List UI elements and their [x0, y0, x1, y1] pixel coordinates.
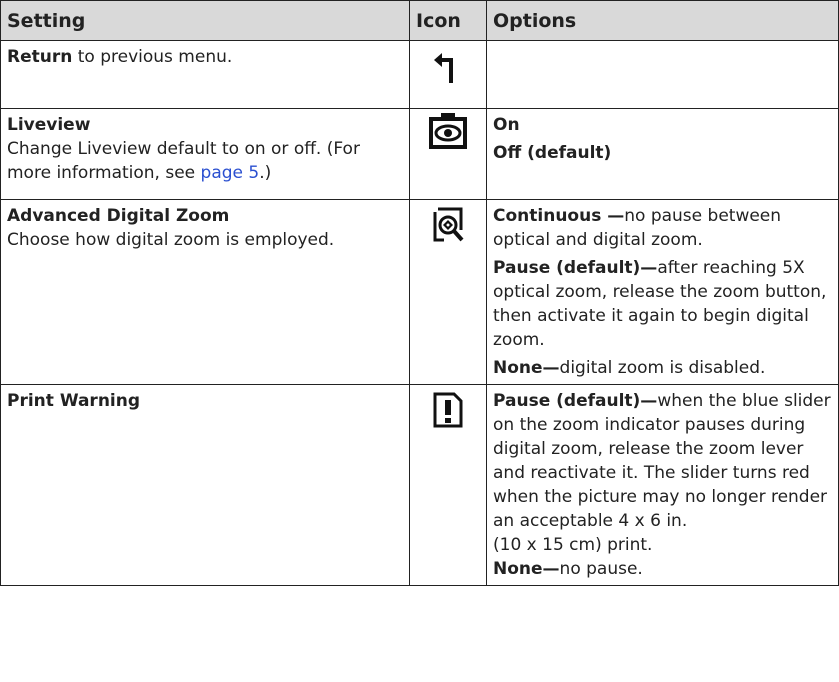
setting-title: Print Warning	[7, 391, 141, 411]
setting-cell: Advanced Digital Zoom Choose how digital…	[0, 199, 410, 385]
header-setting: Setting	[0, 0, 410, 41]
option-pause-default: Pause (default)—after reaching 5X optica…	[493, 258, 827, 350]
options-cell	[486, 40, 839, 109]
options-cell: Continuous —no pause between optical and…	[486, 199, 839, 385]
table-row: Liveview Change Liveview default to on o…	[0, 108, 839, 200]
icon-cell	[409, 199, 487, 385]
icon-cell	[409, 40, 487, 109]
settings-table: Setting Icon Options Return to previous …	[0, 0, 839, 586]
option-pause-default: Pause (default)—when the blue slider on …	[493, 391, 831, 531]
digital-zoom-icon	[416, 206, 480, 244]
setting-desc: Choose how digital zoom is employed.	[7, 230, 335, 250]
option-on: On	[493, 115, 520, 135]
setting-cell: Liveview Change Liveview default to on o…	[0, 108, 410, 200]
liveview-camera-icon	[416, 111, 480, 155]
table-row: Advanced Digital Zoom Choose how digital…	[0, 199, 839, 385]
header-options: Options	[486, 0, 839, 41]
table-row: Print Warning Pause (default)—when the b…	[0, 384, 839, 586]
setting-title: Return	[7, 47, 73, 67]
table-header-row: Setting Icon Options	[0, 0, 839, 41]
header-icon: Icon	[409, 0, 487, 41]
page-link[interactable]: page 5	[201, 163, 260, 183]
setting-cell: Print Warning	[0, 384, 410, 586]
icon-cell	[409, 108, 487, 200]
options-cell: Pause (default)—when the blue slider on …	[486, 384, 839, 586]
options-cell: On Off (default)	[486, 108, 839, 200]
setting-cell: Return to previous menu.	[0, 40, 410, 109]
setting-title: Advanced Digital Zoom	[7, 206, 230, 226]
icon-cell	[409, 384, 487, 586]
option-none: None—digital zoom is disabled.	[493, 358, 766, 378]
setting-title: Liveview	[7, 115, 91, 135]
option-continuous: Continuous —no pause between optical and…	[493, 206, 782, 250]
option-none: None—no pause.	[493, 559, 643, 579]
setting-desc: Change Liveview default to on or off. (F…	[7, 139, 360, 183]
option-off-default: Off (default)	[493, 143, 612, 163]
table-row: Return to previous menu.	[0, 40, 839, 109]
option-pause-extra: (10 x 15 cm) print.	[493, 535, 653, 555]
setting-desc: to previous menu.	[72, 47, 233, 67]
return-arrow-icon	[416, 51, 480, 85]
print-warning-icon	[416, 391, 480, 429]
